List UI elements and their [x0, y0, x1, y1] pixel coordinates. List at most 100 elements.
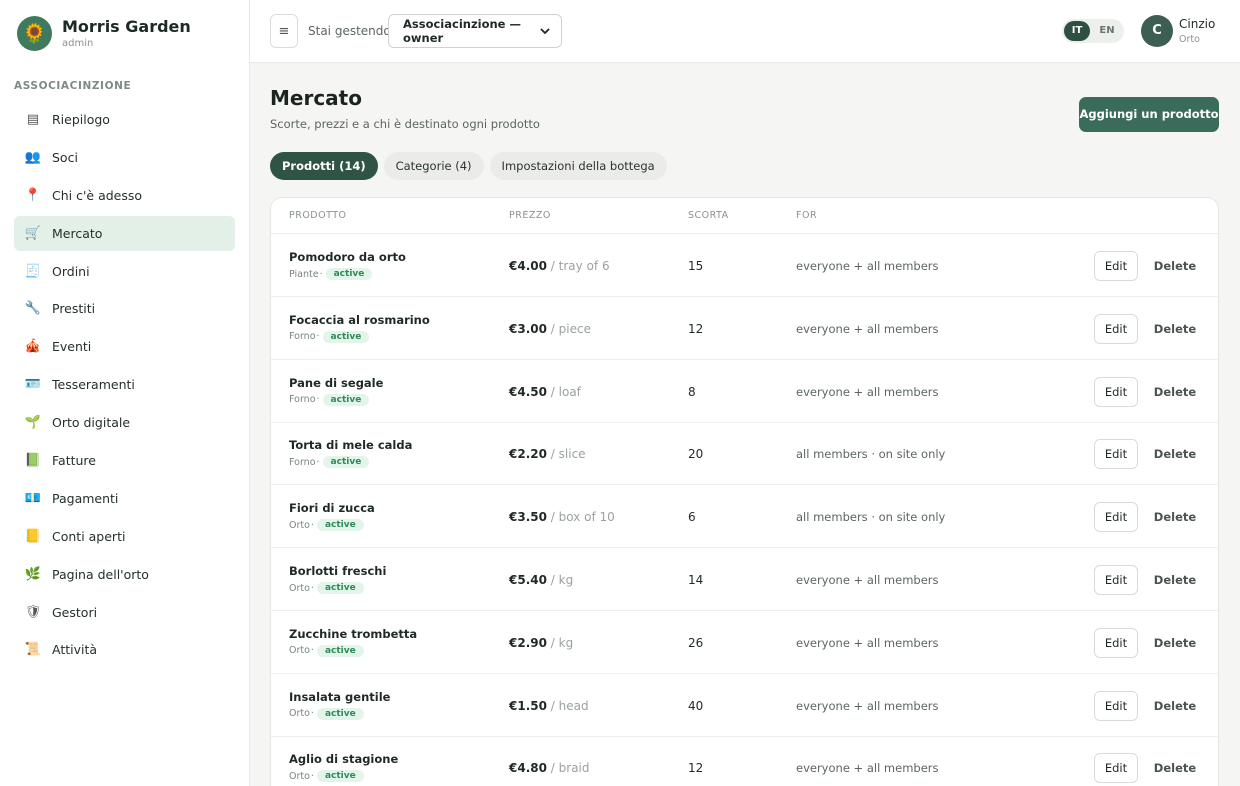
product-category: Forno [289, 456, 316, 468]
sidebar-item-attivit[interactable]: 📜 Attività [14, 632, 235, 667]
column-header-product: PRODOTTO [289, 210, 347, 221]
product-name: Pomodoro da orto [289, 250, 406, 264]
product-price: €4.00 / tray of 6 [509, 259, 610, 273]
brand-name: Morris Garden [62, 17, 191, 36]
product-stock: 12 [688, 761, 704, 776]
delete-button[interactable]: Delete [1147, 502, 1203, 532]
sidebar-item-orto-digitale[interactable]: 🌱 Orto digitale [14, 405, 235, 440]
status-badge: active [316, 582, 364, 594]
edit-button[interactable]: Edit [1094, 753, 1138, 784]
product-name: Pane di segale [289, 375, 384, 390]
product-stock: 20 [688, 447, 704, 462]
sidebar-item-prestiti[interactable]: 🔧 Prestiti [14, 291, 235, 326]
product-stock: 12 [688, 321, 704, 336]
product-stock: 26 [688, 635, 704, 650]
sidebar-item-icon: 💶 [24, 490, 42, 506]
tab-bar: Prodotti (14) Categorie (4) Impostazioni… [270, 152, 673, 180]
organization-select[interactable]: Associacinzione — owner [388, 14, 562, 48]
price-value: €2.20 [509, 447, 547, 462]
edit-button[interactable]: Edit [1094, 376, 1138, 407]
avatar[interactable]: C [1141, 15, 1173, 47]
delete-button[interactable]: Delete [1147, 691, 1203, 721]
sidebar-item-fatture[interactable]: 📗 Fatture [14, 443, 235, 478]
status-badge: active [316, 707, 364, 720]
delete-button[interactable]: Delete [1147, 628, 1203, 658]
status-badge: active [322, 330, 370, 343]
product-stock: 15 [688, 259, 704, 273]
table-row: Pomodoro da orto Piante · active €4.00 / tra… [271, 234, 1218, 297]
sidebar-item-icon: ▤ [26, 112, 40, 127]
status-badge: active [316, 770, 364, 783]
sidebar-item-label: Fatture [52, 453, 96, 469]
sidebar-item-chi-c-adesso[interactable]: 📍 Chi c'è adesso [14, 178, 235, 213]
price-unit: / tray of 6 [550, 259, 610, 273]
brand-role: admin [62, 38, 94, 49]
table-header: PRODOTTO PREZZO SCORTA FOR [271, 198, 1218, 234]
sidebar-item-eventi[interactable]: 🎪 Eventi [14, 329, 235, 364]
edit-button[interactable]: Edit [1094, 313, 1138, 344]
add-product-button[interactable]: Aggiungi un prodotto [1079, 97, 1219, 132]
tab-products[interactable]: Prodotti (14) [270, 152, 378, 180]
sidebar-item-icon: 🔧 [24, 301, 42, 317]
sidebar-item-label: Eventi [52, 339, 92, 355]
brand[interactable]: 🌻 Morris Garden admin [17, 16, 191, 51]
sidebar-item-label: Attività [52, 642, 98, 658]
product-meta: Orto · active [289, 519, 364, 532]
sidebar-item-ordini[interactable]: 🧾 Ordini [14, 254, 235, 289]
product-meta: Piante · active [289, 268, 373, 280]
sidebar-item-label: Conti aperti [52, 528, 126, 544]
delete-button[interactable]: Delete [1147, 565, 1203, 595]
status-badge: active [322, 456, 370, 469]
product-name: Insalata gentile [289, 689, 391, 704]
sidebar-item-label: Pagina dell'orto [52, 566, 149, 582]
sidebar-item-tesseramenti[interactable]: 🪪 Tesseramenti [14, 367, 235, 402]
product-stock: 40 [688, 698, 704, 713]
sidebar-item-gestori[interactable]: 🛡 Gestori [14, 595, 235, 630]
language-en-button[interactable]: EN [1094, 21, 1120, 41]
sidebar: 🌻 Morris Garden admin ASSOCIACINZIONE ▤ R… [0, 0, 250, 786]
edit-button[interactable]: Edit [1094, 565, 1138, 595]
product-audience: everyone + all members [796, 321, 939, 336]
edit-button[interactable]: Edit [1094, 439, 1138, 470]
product-price: €5.40 / kg [509, 573, 573, 587]
delete-button[interactable]: Delete [1147, 251, 1203, 281]
meta-separator: · [316, 456, 320, 468]
price-value: €3.50 [509, 510, 547, 525]
edit-button[interactable]: Edit [1094, 627, 1138, 658]
sidebar-item-icon: 🛒 [24, 225, 42, 241]
sidebar-item-pagamenti[interactable]: 💶 Pagamenti [14, 481, 235, 516]
user-name[interactable]: Cinzio [1179, 17, 1215, 31]
table-row: Insalata gentile Orto · active €1.50 / head 4… [271, 674, 1218, 737]
product-name: Aglio di stagione [289, 752, 399, 767]
delete-button[interactable]: Delete [1147, 377, 1203, 407]
edit-button[interactable]: Edit [1094, 690, 1138, 721]
delete-button[interactable]: Delete [1147, 753, 1203, 783]
tab-shop-settings[interactable]: Impostazioni della bottega [489, 152, 667, 180]
delete-button[interactable]: Delete [1147, 314, 1203, 344]
table-row: Pane di segale Forno · active €4.50 / loaf 8 e… [271, 360, 1218, 423]
delete-button[interactable]: Delete [1147, 439, 1203, 469]
status-badge: active [316, 519, 364, 532]
sidebar-item-icon: 🛡 [24, 604, 42, 620]
sidebar-item-soci[interactable]: 👥 Soci [14, 140, 235, 175]
edit-button[interactable]: Edit [1094, 502, 1138, 533]
product-audience: everyone + all members [796, 635, 939, 650]
menu-toggle-button[interactable]: ≡ [270, 14, 298, 48]
product-name: Zucchine trombetta [289, 626, 418, 641]
meta-separator: · [310, 645, 314, 657]
sidebar-item-mercato[interactable]: 🛒 Mercato [14, 215, 235, 251]
sidebar-item-conti-aperti[interactable]: 📒 Conti aperti [14, 519, 235, 554]
tab-categories[interactable]: Categorie (4) [383, 152, 484, 180]
sidebar-section-label: ASSOCIACINZIONE [14, 80, 132, 92]
product-category: Forno [289, 394, 316, 406]
sidebar-item-icon: 📗 [24, 453, 42, 469]
products-table: PRODOTTO PREZZO SCORTA FOR Pomodoro da o… [270, 197, 1219, 786]
sidebar-item-riepilogo[interactable]: ▤ Riepilogo [14, 102, 235, 137]
sidebar-item-icon: 🌿 [24, 566, 42, 582]
language-it-button[interactable]: IT [1064, 21, 1090, 41]
edit-button[interactable]: Edit [1094, 251, 1138, 281]
sidebar-item-icon: 📍 [24, 187, 42, 203]
product-audience: all members · on site only [796, 447, 946, 462]
sidebar-item-pagina-dell-orto[interactable]: 🌿 Pagina dell'orto [14, 557, 235, 592]
price-value: €3.00 [509, 321, 547, 336]
